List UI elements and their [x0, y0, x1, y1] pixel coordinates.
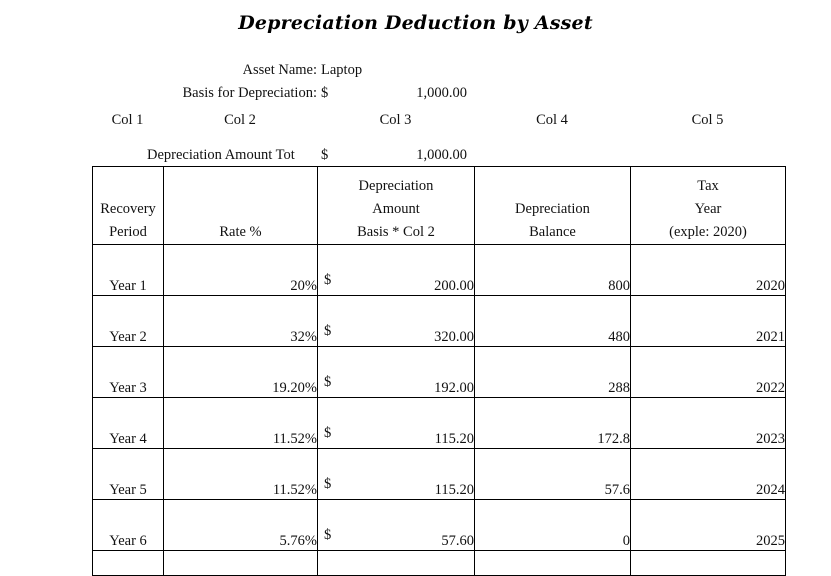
- amount-value: 320.00: [434, 329, 474, 345]
- amount-value: 200.00: [434, 278, 474, 294]
- depreciation-total-label: Depreciation Amount Tot: [147, 147, 295, 163]
- cell-balance: [474, 550, 631, 576]
- page-title: Depreciation Deduction by Asset: [238, 12, 593, 34]
- table-row[interactable]: [92, 550, 786, 576]
- table-row[interactable]: Year 3 19.20% $ 192.00 288 2022: [92, 346, 786, 398]
- header-line: Balance: [529, 224, 576, 240]
- currency-symbol: $: [324, 425, 332, 441]
- cell-tax-year: 2024: [630, 448, 786, 500]
- cell-amount: [317, 550, 475, 576]
- cell-balance: 800: [474, 244, 631, 296]
- header-line: Year: [694, 201, 722, 217]
- header-line: Depreciation: [515, 201, 590, 217]
- header-line: Depreciation: [358, 178, 434, 194]
- cell-tax-year: 2021: [630, 295, 786, 347]
- depreciation-total-value: 1,000.00: [416, 147, 467, 163]
- asset-name-value: Laptop: [321, 62, 363, 78]
- cell-rate: 5.76%: [163, 499, 318, 551]
- cell-rate: 20%: [163, 244, 318, 296]
- cell-tax-year: 2022: [630, 346, 786, 398]
- currency-symbol: $: [324, 374, 332, 390]
- cell-recovery-period: Year 4: [92, 397, 164, 449]
- cell-recovery-period: [92, 550, 164, 576]
- depreciation-table: Recovery Period Rate % Depreciation Amou…: [92, 166, 786, 576]
- table-row[interactable]: Year 4 11.52% $ 115.20 172.8 2023: [92, 397, 786, 449]
- table-header-row: Recovery Period Rate % Depreciation Amou…: [92, 166, 786, 245]
- table-row[interactable]: Year 2 32% $ 320.00 480 2021: [92, 295, 786, 347]
- basis-value: 1,000.00: [416, 85, 467, 101]
- table-row[interactable]: Year 6 5.76% $ 57.60 0 2025: [92, 499, 786, 551]
- currency-symbol: $: [324, 272, 332, 288]
- cell-balance: 288: [474, 346, 631, 398]
- total-label-cell: Depreciation Amount Tot: [147, 145, 319, 165]
- currency-symbol: $: [324, 527, 332, 543]
- cell-amount: $ 57.60: [317, 499, 475, 551]
- cell-rate: 19.20%: [163, 346, 318, 398]
- cell-rate: 11.52%: [163, 448, 318, 500]
- cell-rate: [163, 550, 318, 576]
- currency-symbol: $: [324, 476, 332, 492]
- header-rate-percent: Rate %: [163, 166, 318, 245]
- cell-balance: 480: [474, 295, 631, 347]
- asset-name-label: Asset Name:: [242, 62, 318, 78]
- column-marker-4: Col 4: [536, 112, 568, 128]
- header-line: Basis * Col 2: [357, 224, 435, 240]
- header-recovery-period: Recovery Period: [92, 166, 164, 245]
- amount-value: 57.60: [441, 533, 474, 549]
- header-line: Recovery: [100, 201, 156, 217]
- cell-tax-year: 2020: [630, 244, 786, 296]
- cell-recovery-period: Year 2: [92, 295, 164, 347]
- asset-name-label-cell: Asset Name:: [147, 60, 318, 80]
- header-depreciation-amount: Depreciation Amount Basis * Col 2: [317, 166, 475, 245]
- cell-recovery-period: Year 1: [92, 244, 164, 296]
- cell-rate: 32%: [163, 295, 318, 347]
- cell-recovery-period: Year 6: [92, 499, 164, 551]
- cell-recovery-period: Year 5: [92, 448, 164, 500]
- cell-rate: 11.52%: [163, 397, 318, 449]
- amount-value: 115.20: [434, 431, 474, 447]
- header-line: (exple: 2020): [669, 224, 747, 240]
- header-line: Tax: [697, 178, 719, 194]
- cell-amount: $ 115.20: [317, 448, 475, 500]
- cell-tax-year: [630, 550, 786, 576]
- currency-symbol: $: [324, 323, 332, 339]
- cell-tax-year: 2023: [630, 397, 786, 449]
- header-depreciation-balance: Depreciation Balance: [474, 166, 631, 245]
- cell-balance: 57.6: [474, 448, 631, 500]
- cell-recovery-period: Year 3: [92, 346, 164, 398]
- cell-amount: $ 192.00: [317, 346, 475, 398]
- cell-amount: $ 115.20: [317, 397, 475, 449]
- column-marker-1: Col 1: [111, 112, 144, 128]
- basis-label: Basis for Depreciation:: [182, 85, 318, 101]
- column-marker-5: Col 5: [691, 112, 724, 128]
- header-line: Rate %: [219, 224, 262, 240]
- cell-balance: 172.8: [474, 397, 631, 449]
- amount-value: 192.00: [434, 380, 474, 396]
- column-marker-2: Col 2: [224, 112, 256, 128]
- header-tax-year: Tax Year (exple: 2020): [630, 166, 786, 245]
- header-line: Amount: [372, 201, 420, 217]
- header-line: Period: [109, 224, 147, 240]
- amount-value: 115.20: [434, 482, 474, 498]
- cell-tax-year: 2025: [630, 499, 786, 551]
- cell-balance: 0: [474, 499, 631, 551]
- basis-label-cell: Basis for Depreciation:: [147, 83, 318, 103]
- table-row[interactable]: Year 5 11.52% $ 115.20 57.6 2024: [92, 448, 786, 500]
- column-marker-3: Col 3: [379, 112, 412, 128]
- table-row[interactable]: Year 1 20% $ 200.00 800 2020: [92, 244, 786, 296]
- cell-amount: $ 320.00: [317, 295, 475, 347]
- cell-amount: $ 200.00: [317, 244, 475, 296]
